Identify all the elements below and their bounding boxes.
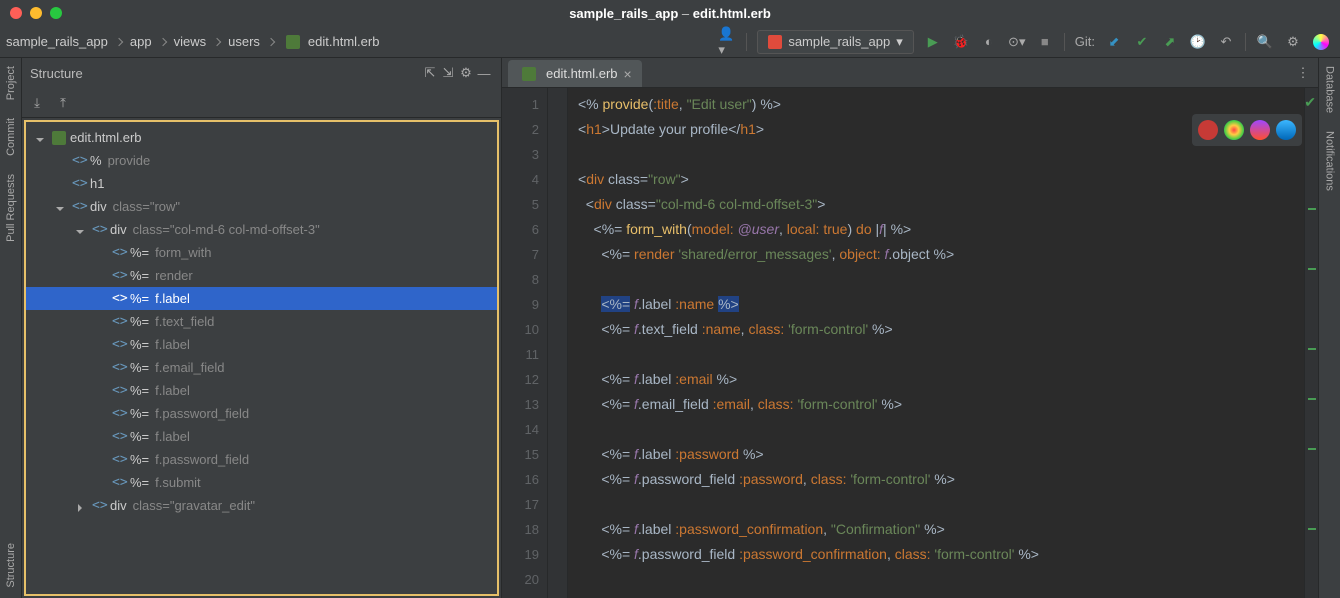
tree-node[interactable]: <>%=f.label [26, 425, 497, 448]
tab-structure[interactable]: Structure [5, 539, 17, 592]
window-max-icon[interactable] [50, 7, 62, 19]
history-icon[interactable]: 🕑 [1189, 33, 1207, 51]
git-label: Git: [1075, 34, 1095, 49]
window-min-icon[interactable] [30, 7, 42, 19]
tree-node[interactable]: <>h1 [26, 172, 497, 195]
panel-title: Structure [30, 66, 421, 81]
window-title-bar: sample_rails_app – edit.html.erb [0, 0, 1340, 26]
search-icon[interactable]: 🔍 [1256, 33, 1274, 51]
tab-database[interactable]: Database [1324, 62, 1336, 117]
rubymine-logo-icon[interactable] [1312, 33, 1330, 51]
breadcrumb-item[interactable]: app [130, 34, 152, 49]
rubymine-icon[interactable] [1198, 120, 1218, 140]
chrome-icon[interactable] [1224, 120, 1244, 140]
tree-node[interactable]: <>%=form_with [26, 241, 497, 264]
panel-hide-icon[interactable]: — [475, 64, 493, 82]
tree-node[interactable]: <>divclass="row" [26, 195, 497, 218]
commit-icon[interactable]: ✔ [1133, 33, 1151, 51]
revert-icon[interactable]: ↶ [1217, 33, 1235, 51]
run-icon[interactable]: ▶ [924, 33, 942, 51]
tab-project[interactable]: Project [5, 62, 17, 104]
add-user-icon[interactable]: 👤▾ [718, 33, 736, 51]
coverage-icon[interactable]: ◐ [980, 33, 998, 51]
tree-node[interactable]: <>%=render [26, 264, 497, 287]
breadcrumb: sample_rails_app app views users edit.html.e… [0, 34, 718, 49]
inspection-ok-icon: ✔ [1304, 94, 1316, 111]
tree-node[interactable]: <>divclass="col-md-6 col-md-offset-3" [26, 218, 497, 241]
tree-node[interactable]: <>%=f.password_field [26, 402, 497, 425]
breadcrumb-item[interactable]: views [174, 34, 207, 49]
editor-more-icon[interactable]: ⋮ [1294, 64, 1312, 82]
profiler-icon[interactable]: ⊙▾ [1008, 33, 1026, 51]
window-close-icon[interactable] [10, 7, 22, 19]
debug-icon[interactable]: 🐞 [952, 33, 970, 51]
tab-notifications[interactable]: Notifications [1324, 127, 1336, 195]
run-config-selector[interactable]: sample_rails_app▾ [757, 30, 913, 54]
fold-gutter[interactable] [548, 88, 568, 598]
push-icon[interactable]: ⬈ [1161, 33, 1179, 51]
tab-pull-requests[interactable]: Pull Requests [5, 170, 17, 246]
tree-node[interactable]: edit.html.erb [26, 126, 497, 149]
code-editor[interactable]: <% provide(:title, "Edit user") %><h1>Up… [568, 88, 1304, 598]
breadcrumb-item[interactable]: sample_rails_app [6, 34, 108, 49]
breadcrumb-item[interactable]: edit.html.erb [308, 34, 380, 49]
structure-tree[interactable]: edit.html.erb<>%provide<>h1<>divclass="r… [24, 120, 499, 596]
tree-node[interactable]: <>%=f.password_field [26, 448, 497, 471]
edge-icon[interactable] [1276, 120, 1296, 140]
tree-node[interactable]: <>%=f.label [26, 333, 497, 356]
stop-icon[interactable]: ■ [1036, 33, 1054, 51]
tree-node[interactable]: <>%=f.submit [26, 471, 497, 494]
editor-tab[interactable]: edit.html.erb × [508, 60, 642, 87]
tree-node[interactable]: <>%=f.label [26, 287, 497, 310]
line-gutter: 1234567891011121314151617181920 [502, 88, 548, 598]
tree-node[interactable]: <>%=f.text_field [26, 310, 497, 333]
panel-settings-icon[interactable]: ⚙ [457, 64, 475, 82]
autoscroll-from-icon[interactable]: ⤒ [54, 94, 72, 112]
tab-commit[interactable]: Commit [5, 114, 17, 160]
tree-node[interactable]: <>%provide [26, 149, 497, 172]
settings-icon[interactable]: ⚙ [1284, 33, 1302, 51]
structure-panel: Structure ⇱ ⇲ ⚙ — ⤓ ⤒ edit.html.erb<>%pr… [22, 58, 502, 598]
autoscroll-to-icon[interactable]: ⤓ [28, 94, 46, 112]
left-tool-strip: Project Commit Pull Requests Structure [0, 58, 22, 598]
window-title: sample_rails_app – edit.html.erb [569, 6, 771, 21]
right-tool-strip: Database Notifications [1318, 58, 1340, 598]
editor-tab-label: edit.html.erb [546, 66, 618, 81]
error-stripe[interactable]: ✔ [1304, 88, 1318, 598]
firefox-icon[interactable] [1250, 120, 1270, 140]
tree-node[interactable]: <>%=f.email_field [26, 356, 497, 379]
browser-preview-bar [1192, 114, 1302, 146]
erb-file-icon [522, 67, 536, 81]
panel-expand-icon[interactable]: ⇱ [421, 64, 439, 82]
close-tab-icon[interactable]: × [624, 69, 632, 79]
tree-node[interactable]: <>divclass="gravatar_edit" [26, 494, 497, 517]
breadcrumb-item[interactable]: users [228, 34, 260, 49]
panel-collapse-icon[interactable]: ⇲ [439, 64, 457, 82]
update-icon[interactable]: ⬋ [1105, 33, 1123, 51]
tree-node[interactable]: <>%=f.label [26, 379, 497, 402]
main-toolbar: sample_rails_app app views users edit.html.e… [0, 26, 1340, 58]
editor-area: edit.html.erb × ⋮ 1234567891011121314151… [502, 58, 1318, 598]
